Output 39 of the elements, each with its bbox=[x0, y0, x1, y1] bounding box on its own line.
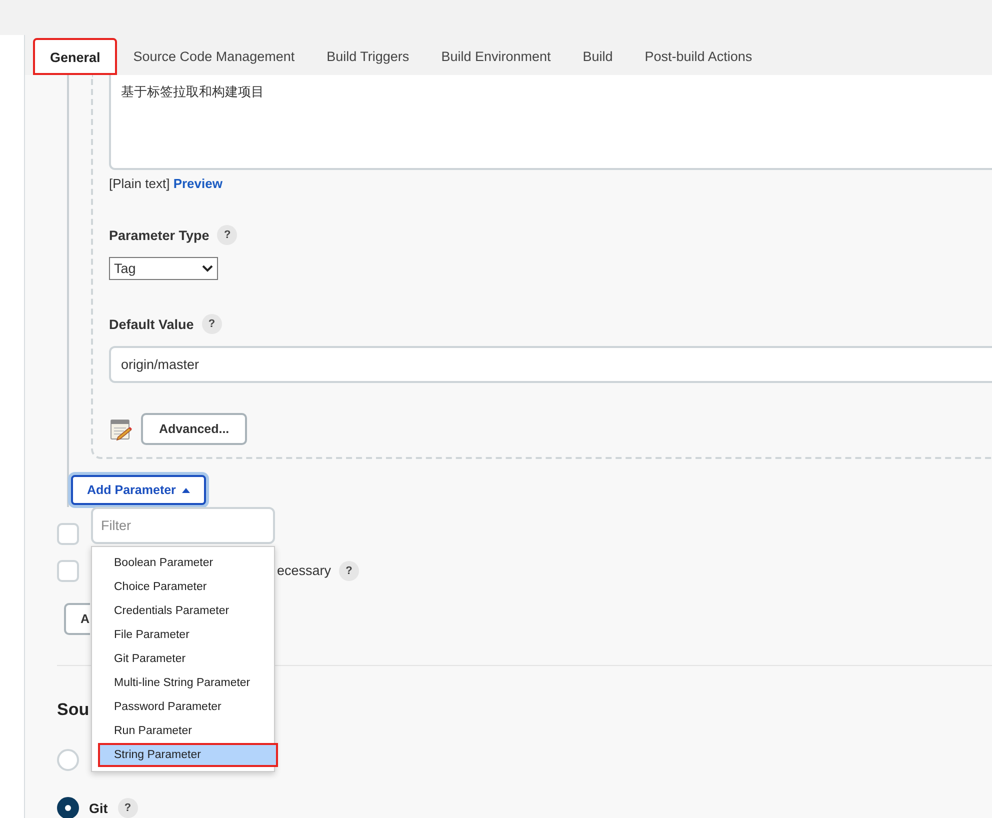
add-button[interactable]: A bbox=[64, 603, 90, 635]
checkbox[interactable] bbox=[57, 522, 79, 544]
add-parameter-button[interactable]: Add Parameter bbox=[71, 475, 206, 505]
option-label: ecessary bbox=[277, 563, 332, 578]
help-icon[interactable]: ? bbox=[202, 314, 222, 334]
radio-button[interactable] bbox=[57, 797, 79, 818]
menu-item[interactable]: Password Parameter bbox=[92, 695, 274, 719]
section-heading: Sou bbox=[57, 700, 90, 720]
tab[interactable]: Build bbox=[566, 38, 629, 75]
caret-icon bbox=[182, 488, 190, 492]
tab[interactable]: Source Code Management bbox=[117, 38, 311, 75]
description-field[interactable]: 基于标签拉取和构建项目 bbox=[109, 75, 992, 170]
default-value-field[interactable]: origin/master bbox=[109, 346, 992, 383]
menu-item[interactable]: Git Parameter bbox=[92, 647, 274, 671]
notepad-icon bbox=[109, 417, 133, 441]
preview-link[interactable]: Preview bbox=[173, 176, 222, 191]
radio-label: Git bbox=[89, 800, 108, 816]
tab[interactable]: Post-build Actions bbox=[628, 38, 768, 75]
checkbox[interactable] bbox=[57, 560, 79, 582]
chevron-down-icon bbox=[202, 265, 213, 272]
help-icon[interactable]: ? bbox=[217, 225, 238, 245]
menu-item[interactable]: Multi-line String Parameter bbox=[92, 671, 274, 695]
field-label: Default Value bbox=[109, 316, 194, 332]
type-select[interactable]: Tag bbox=[109, 257, 218, 280]
tab[interactable]: Build Environment bbox=[425, 38, 567, 75]
menu-item[interactable]: Choice Parameter bbox=[92, 575, 274, 599]
help-icon[interactable]: ? bbox=[118, 798, 138, 818]
tab[interactable]: Build Triggers bbox=[310, 38, 426, 75]
help-icon[interactable]: ? bbox=[339, 560, 360, 580]
tab[interactable]: General bbox=[33, 38, 118, 75]
menu-item[interactable]: File Parameter bbox=[92, 623, 274, 647]
advanced-button[interactable]: Advanced... bbox=[141, 413, 248, 445]
menu-item[interactable]: Run Parameter bbox=[92, 719, 274, 743]
menu-item[interactable]: Boolean Parameter bbox=[92, 551, 274, 575]
field-label: Parameter Type bbox=[109, 228, 210, 242]
format-note: [Plain text] Preview bbox=[109, 176, 224, 191]
menu-item[interactable]: String Parameter bbox=[98, 743, 278, 767]
filter-field[interactable]: Filter bbox=[91, 507, 275, 544]
menu-item[interactable]: Credentials Parameter bbox=[92, 599, 274, 623]
